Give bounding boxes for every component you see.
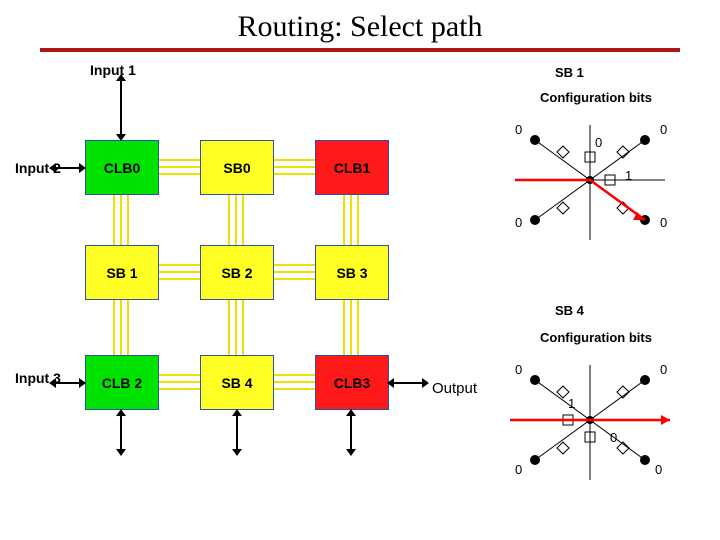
bus-c1r23 bbox=[113, 300, 129, 355]
label-sb4-title: SB 4 bbox=[555, 303, 584, 318]
arrow-output bbox=[393, 382, 423, 384]
bus-r2c23 bbox=[274, 264, 315, 280]
bus-r1c23 bbox=[274, 159, 315, 175]
arrow-input2 bbox=[55, 167, 80, 169]
block-clb3: CLB3 bbox=[315, 355, 389, 410]
bus-r3c23 bbox=[274, 374, 315, 390]
sb4-bit-mr: 0 bbox=[610, 430, 617, 445]
label-output: Output bbox=[432, 380, 477, 397]
bus-c1r12 bbox=[113, 195, 129, 245]
label-sb1-config: Configuration bits bbox=[540, 90, 652, 105]
sb1-svg bbox=[505, 120, 675, 250]
sb1-bit-br: 0 bbox=[660, 215, 667, 230]
arrow-clb2-down bbox=[120, 415, 122, 450]
label-sb4-config: Configuration bits bbox=[540, 330, 652, 345]
sb1-bit-tl: 0 bbox=[515, 122, 522, 137]
diagram-stage: Input 1 Input 2 Input 3 Output CLB0 SB0 … bbox=[0, 50, 720, 540]
bus-r1c12 bbox=[159, 159, 200, 175]
bus-c3r23 bbox=[343, 300, 359, 355]
arrow-clb3-down bbox=[350, 415, 352, 450]
label-sb1-title: SB 1 bbox=[555, 65, 584, 80]
block-sb1: SB 1 bbox=[85, 245, 159, 300]
bus-c2r23 bbox=[228, 300, 244, 355]
block-clb1: CLB1 bbox=[315, 140, 389, 195]
block-sb3: SB 3 bbox=[315, 245, 389, 300]
arrow-sb4-down bbox=[236, 415, 238, 450]
sb4-bit-mc: 1 bbox=[568, 396, 575, 411]
arrow-input3 bbox=[55, 382, 80, 384]
sb4-svg bbox=[505, 360, 675, 490]
bus-c2r12 bbox=[228, 195, 244, 245]
sb4-bit-tl: 0 bbox=[515, 362, 522, 377]
sb1-bit-bl: 0 bbox=[515, 215, 522, 230]
bus-r3c12 bbox=[159, 374, 200, 390]
arrow-input1 bbox=[120, 80, 122, 135]
sb1-bit-tr: 0 bbox=[660, 122, 667, 137]
block-sb0: SB0 bbox=[200, 140, 274, 195]
bus-c3r12 bbox=[343, 195, 359, 245]
sb1-bit-tc: 0 bbox=[595, 135, 602, 150]
sb4-bit-bl: 0 bbox=[515, 462, 522, 477]
bus-r2c12 bbox=[159, 264, 200, 280]
sb4-detail: 0 0 1 0 0 0 bbox=[505, 360, 675, 480]
label-input1: Input 1 bbox=[90, 62, 136, 78]
block-clb2: CLB 2 bbox=[85, 355, 159, 410]
sb4-bit-tr: 0 bbox=[660, 362, 667, 377]
sb1-bit-mr: 1 bbox=[625, 168, 632, 183]
page-title: Routing: Select path bbox=[0, 0, 720, 48]
block-sb4: SB 4 bbox=[200, 355, 274, 410]
sb4-bit-br: 0 bbox=[655, 462, 662, 477]
block-sb2: SB 2 bbox=[200, 245, 274, 300]
block-clb0: CLB0 bbox=[85, 140, 159, 195]
sb1-detail: 0 0 0 1 0 0 bbox=[505, 120, 675, 240]
